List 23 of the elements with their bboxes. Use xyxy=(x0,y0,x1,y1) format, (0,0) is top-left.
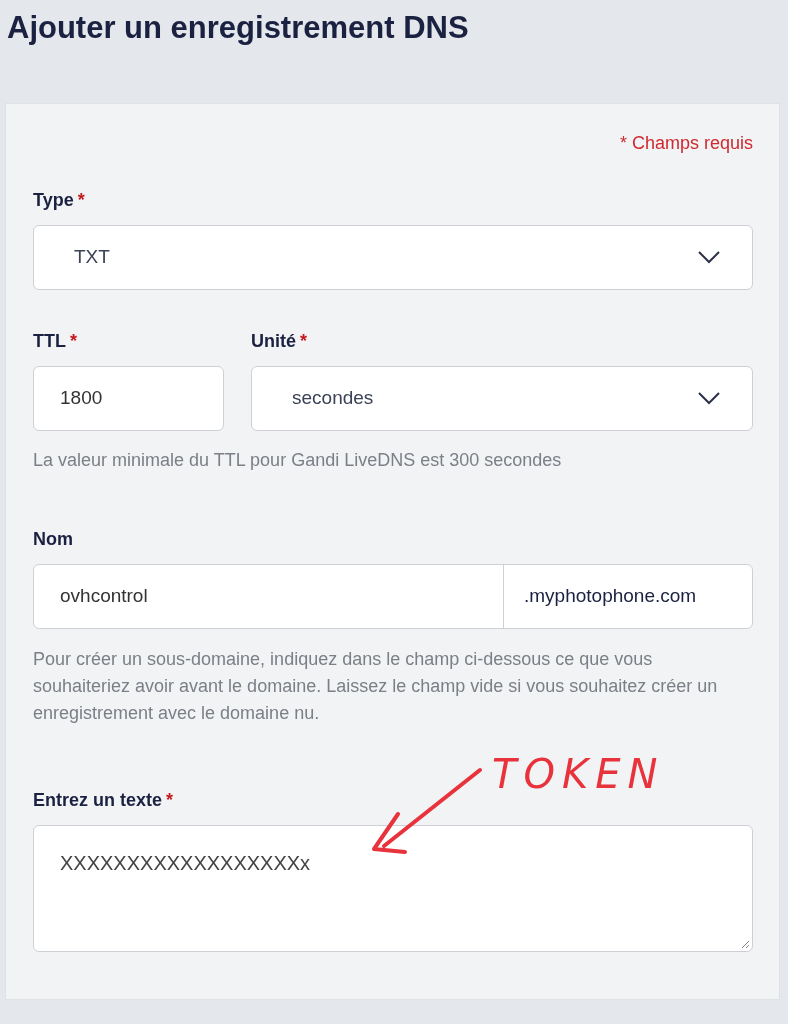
ttl-field[interactable]: 1800 xyxy=(33,366,224,431)
required-asterisk: * xyxy=(166,790,174,810)
text-label: Entrez un texte xyxy=(33,790,163,810)
name-hint: Pour créer un sous-domaine, indiquez dans le champ ci-dessous ce que vous souhaiteriez avoir avant le domaine. Laissez le champ vide si vous souhaitez créer un enregistrement avec le domaine nu. xyxy=(33,648,719,725)
required-asterisk: * xyxy=(300,331,307,351)
ttl-hint: La valeur minimale du TTL pour Gandi LiveDNS est 300 secondes xyxy=(33,449,563,472)
required-asterisk: * xyxy=(77,190,85,210)
name-label: Nom xyxy=(33,529,73,549)
required-asterisk: * xyxy=(70,331,77,351)
text-area[interactable]: XXXXXXXXXXXXXXXXXXx xyxy=(33,825,753,952)
name-field[interactable]: ovhcontrol .myphotophone.com xyxy=(33,564,753,629)
handwritten-annotation: TOKEN xyxy=(492,752,665,796)
unit-select[interactable]: secondes xyxy=(251,366,753,431)
type-select[interactable]: TXT xyxy=(33,225,753,290)
chevron-down-icon xyxy=(698,251,720,264)
page-title: Ajouter un enregistrement DNS xyxy=(6,9,470,47)
domain-suffix: .myphotophone.com xyxy=(503,565,752,628)
chevron-down-icon xyxy=(698,392,720,405)
resize-grip-icon[interactable] xyxy=(741,940,750,949)
type-label: Type xyxy=(33,190,74,210)
ttl-label: TTL xyxy=(33,331,66,351)
required-fields-note: * Champs requis xyxy=(618,132,753,155)
unit-label: Unité xyxy=(251,331,296,351)
